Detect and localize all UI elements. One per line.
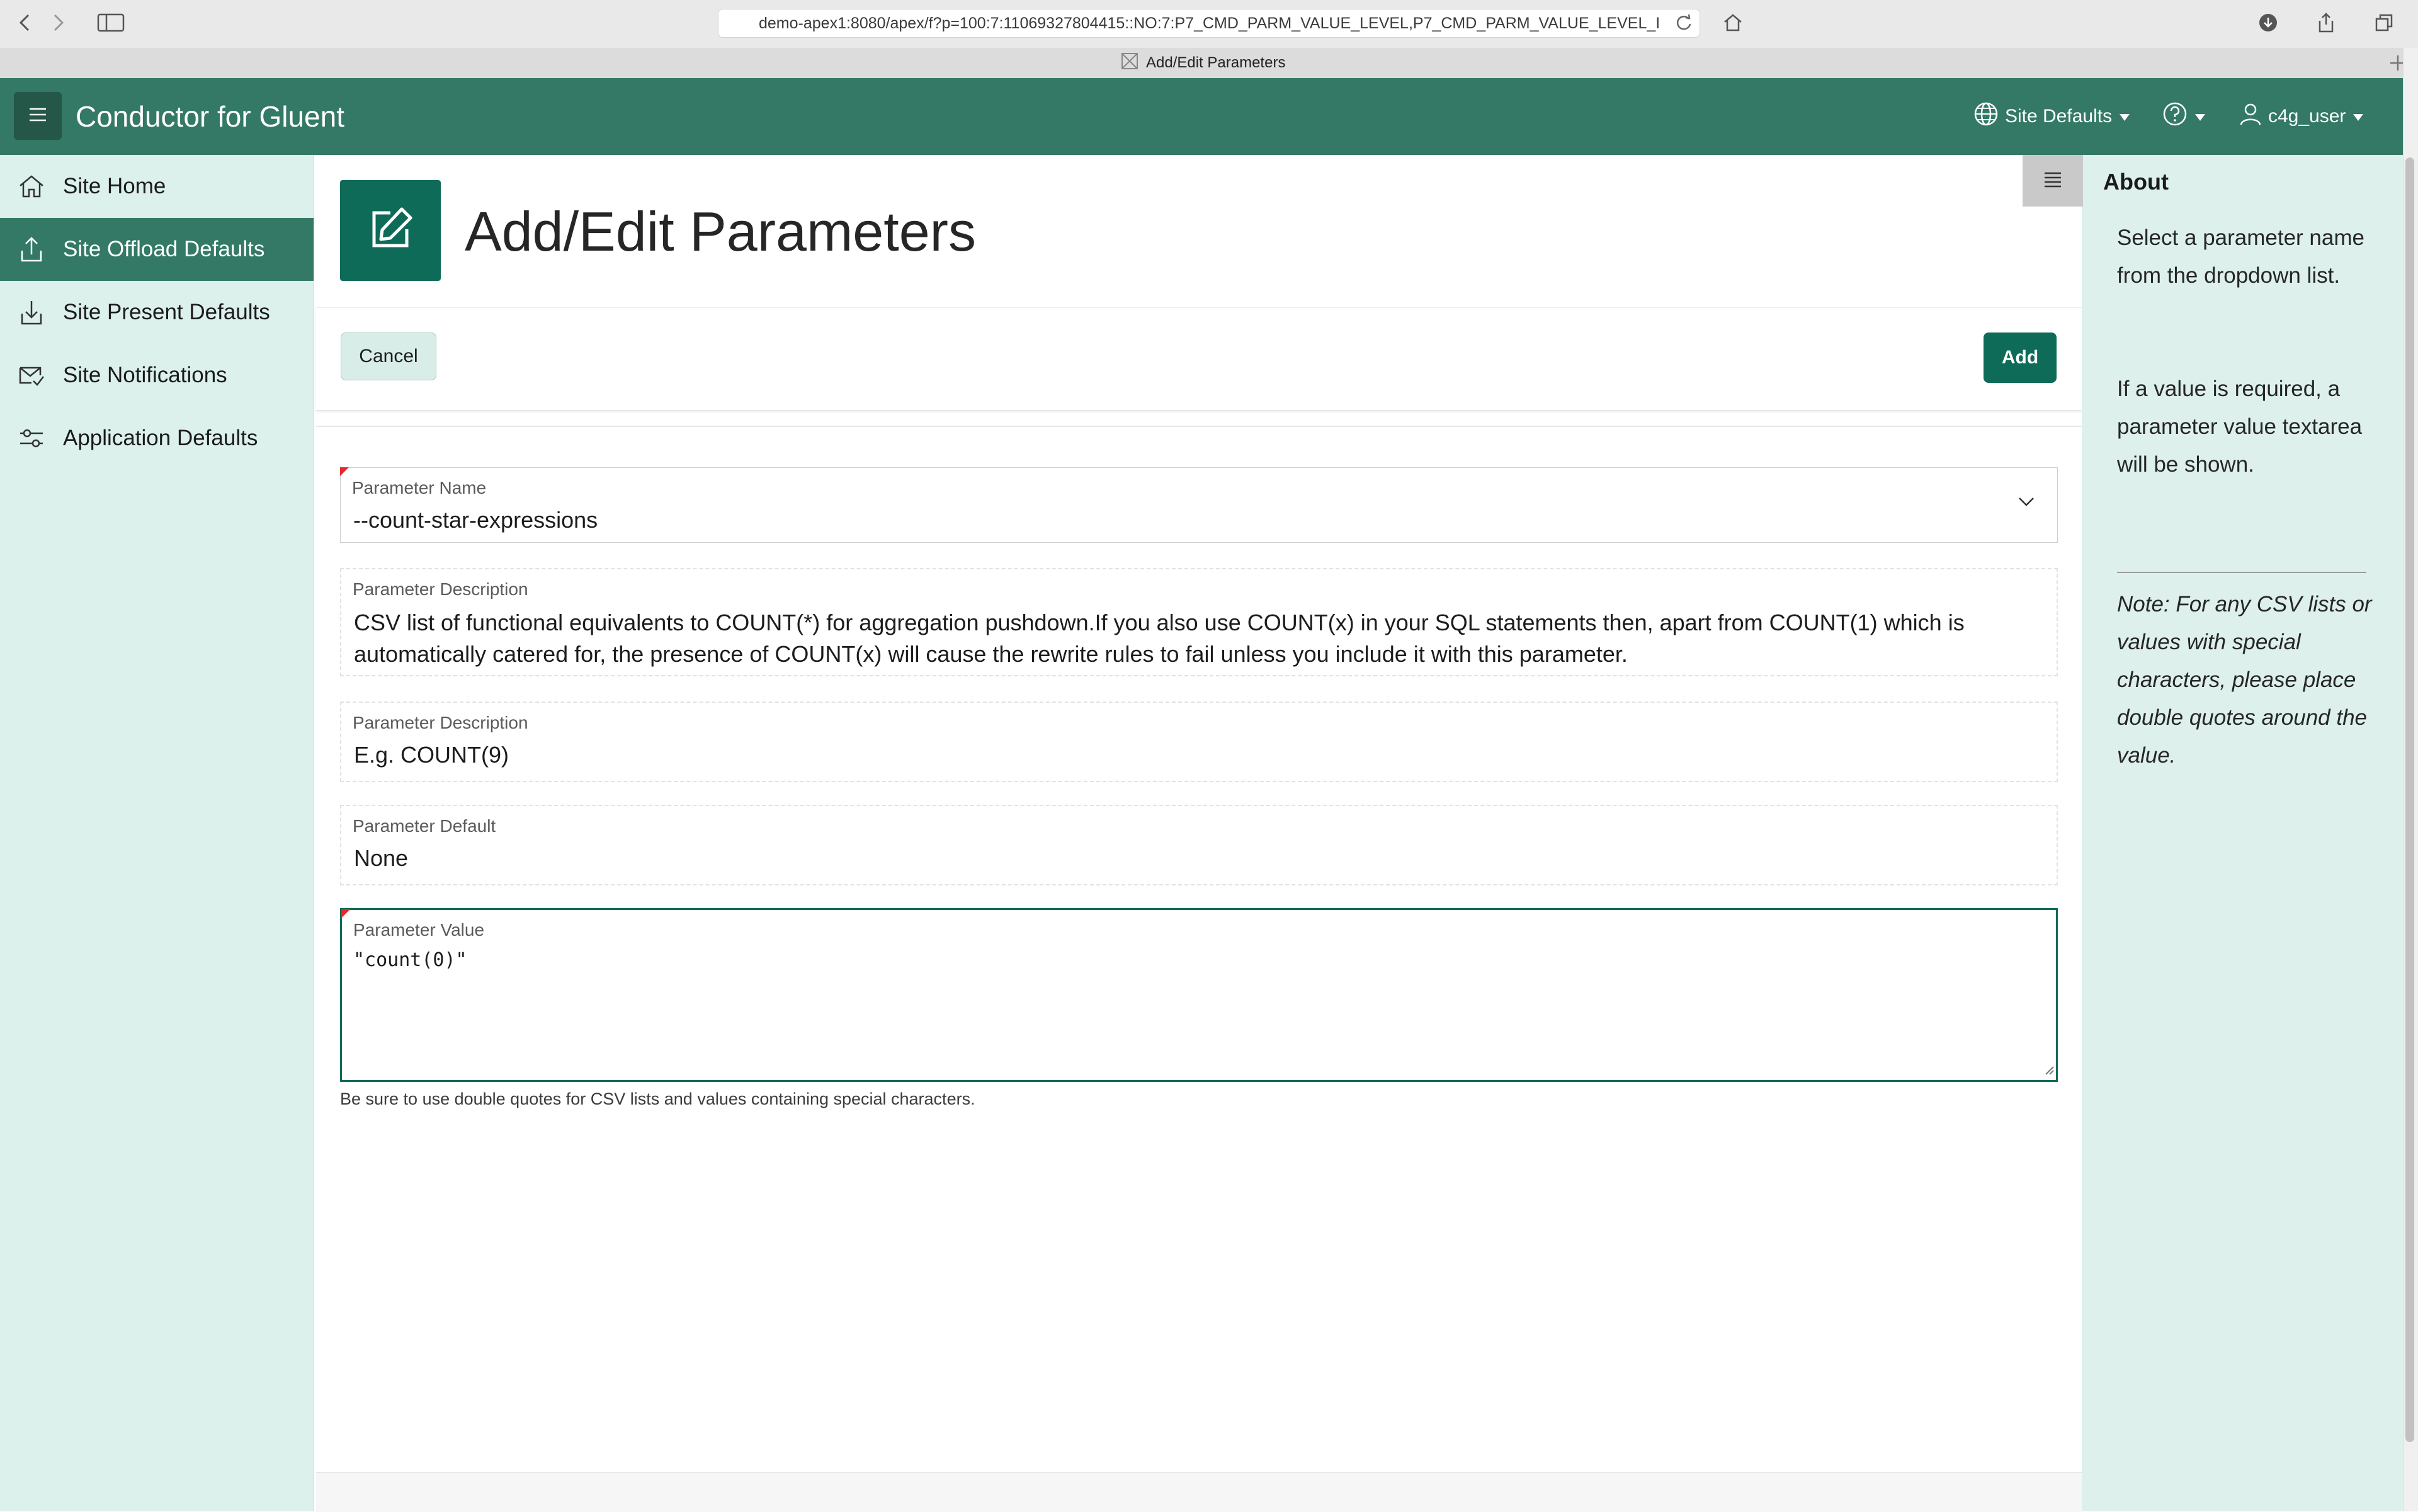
about-panel: [2082, 155, 2403, 1511]
parameter-example-label: Parameter Description: [353, 713, 528, 732]
parameter-example-value: E.g. COUNT(9): [354, 742, 509, 768]
tab-favicon-icon: [1121, 52, 1138, 74]
parameter-value-textarea[interactable]: Parameter Value "count(0)": [340, 908, 2058, 1082]
parameter-name-select[interactable]: Parameter Name --count-star-expressions: [340, 467, 2058, 543]
footer-strip: [316, 1472, 2082, 1512]
page-title: Add/Edit Parameters: [465, 200, 976, 263]
parameter-name-label: Parameter Name: [352, 478, 487, 497]
url-text: demo-apex1:8080/apex/f?p=100:7:110693278…: [759, 14, 1659, 32]
sidebar-item-site-notifications[interactable]: Site Notifications: [0, 344, 314, 407]
sidebar-item-label: Site Present Defaults: [63, 300, 270, 324]
add-button[interactable]: Add: [1984, 333, 2057, 383]
about-note: Note: For any CSV lists or values with s…: [2117, 592, 2372, 768]
home-button-icon[interactable]: [1719, 9, 1747, 37]
parameter-value-label: Parameter Value: [353, 920, 485, 940]
cancel-button[interactable]: Cancel: [341, 333, 436, 380]
parameter-value-text: "count(0)": [353, 949, 467, 971]
home-icon: [0, 174, 63, 199]
about-divider: [2117, 572, 2366, 573]
panel-toggle-button[interactable]: [2023, 155, 2083, 207]
downloads-icon[interactable]: [2254, 9, 2282, 37]
sidebar-item-label: Site Notifications: [63, 363, 227, 387]
resize-handle-icon[interactable]: [2043, 1064, 2055, 1079]
required-indicator: [340, 467, 349, 476]
tabs-overview-icon[interactable]: [2370, 9, 2398, 37]
parameter-default-label: Parameter Default: [353, 816, 496, 836]
sidebar-item-application-defaults[interactable]: Application Defaults: [0, 407, 314, 470]
caret-down-icon: [2194, 106, 2206, 127]
parameter-name-value: --count-star-expressions: [353, 507, 598, 533]
active-tab[interactable]: Add/Edit Parameters: [1121, 48, 1285, 78]
page-title-icon: [340, 180, 441, 281]
parameter-example-field: Parameter Description E.g. COUNT(9): [340, 702, 2058, 782]
menu-toggle-button[interactable]: [14, 92, 62, 140]
user-menu[interactable]: c4g_user: [2239, 101, 2364, 132]
button-bar: [316, 307, 2082, 411]
parameter-description-value: CSV list of functional equivalents to CO…: [354, 610, 1965, 667]
sidebar-item-site-home[interactable]: Site Home: [0, 155, 314, 218]
site-defaults-menu[interactable]: Site Defaults: [1973, 101, 2131, 132]
sidebar-item-label: Site Offload Defaults: [63, 237, 265, 261]
help-menu[interactable]: [2162, 101, 2206, 132]
caret-down-icon: [2352, 106, 2364, 127]
chevron-down-icon: [2017, 496, 2036, 511]
reload-icon[interactable]: [1670, 9, 1698, 37]
caret-down-icon: [2118, 106, 2131, 127]
about-paragraph: Select a parameter name from the dropdow…: [2117, 225, 2364, 288]
required-indicator: [341, 909, 350, 918]
hamburger-icon: [28, 107, 47, 125]
tab-title: Add/Edit Parameters: [1146, 54, 1286, 71]
sidebar-item-site-present-defaults[interactable]: Site Present Defaults: [0, 281, 314, 344]
sidebar-item-label: Site Home: [63, 174, 166, 198]
site-defaults-label: Site Defaults: [2005, 106, 2113, 127]
help-icon: [2162, 101, 2188, 132]
share-icon[interactable]: [2312, 9, 2340, 37]
back-icon[interactable]: [11, 9, 39, 37]
globe-icon: [1973, 101, 1999, 132]
parameter-default-value: None: [354, 845, 409, 871]
about-title: About: [2103, 169, 2169, 195]
user-icon: [2239, 101, 2262, 132]
sliders-icon: [0, 426, 63, 451]
mail-check-icon: [0, 363, 63, 388]
parameter-default-field: Parameter Default None: [340, 805, 2058, 885]
scrollbar-thumb[interactable]: [2405, 157, 2414, 1442]
list-icon: [2043, 171, 2063, 191]
app-title[interactable]: Conductor for Gluent: [76, 98, 344, 135]
sidebar-item-site-offload-defaults[interactable]: Site Offload Defaults: [0, 218, 314, 281]
sidebar-item-label: Application Defaults: [63, 426, 258, 450]
help-text: Be sure to use double quotes for CSV lis…: [340, 1089, 975, 1108]
region-divider: [316, 426, 2082, 427]
parameter-description-field: Parameter Description CSV list of functi…: [340, 568, 2058, 676]
download-icon: [0, 298, 63, 326]
sidebar-toggle-icon[interactable]: [94, 9, 127, 37]
edit-icon: [365, 204, 416, 258]
parameter-description-label: Parameter Description: [353, 579, 528, 599]
user-name: c4g_user: [2268, 106, 2346, 127]
upload-icon: [0, 236, 63, 263]
address-bar[interactable]: demo-apex1:8080/apex/f?p=100:7:110693278…: [718, 9, 1700, 38]
forward-icon[interactable]: [44, 9, 72, 37]
about-paragraph: If a value is required, a parameter valu…: [2117, 377, 2363, 477]
